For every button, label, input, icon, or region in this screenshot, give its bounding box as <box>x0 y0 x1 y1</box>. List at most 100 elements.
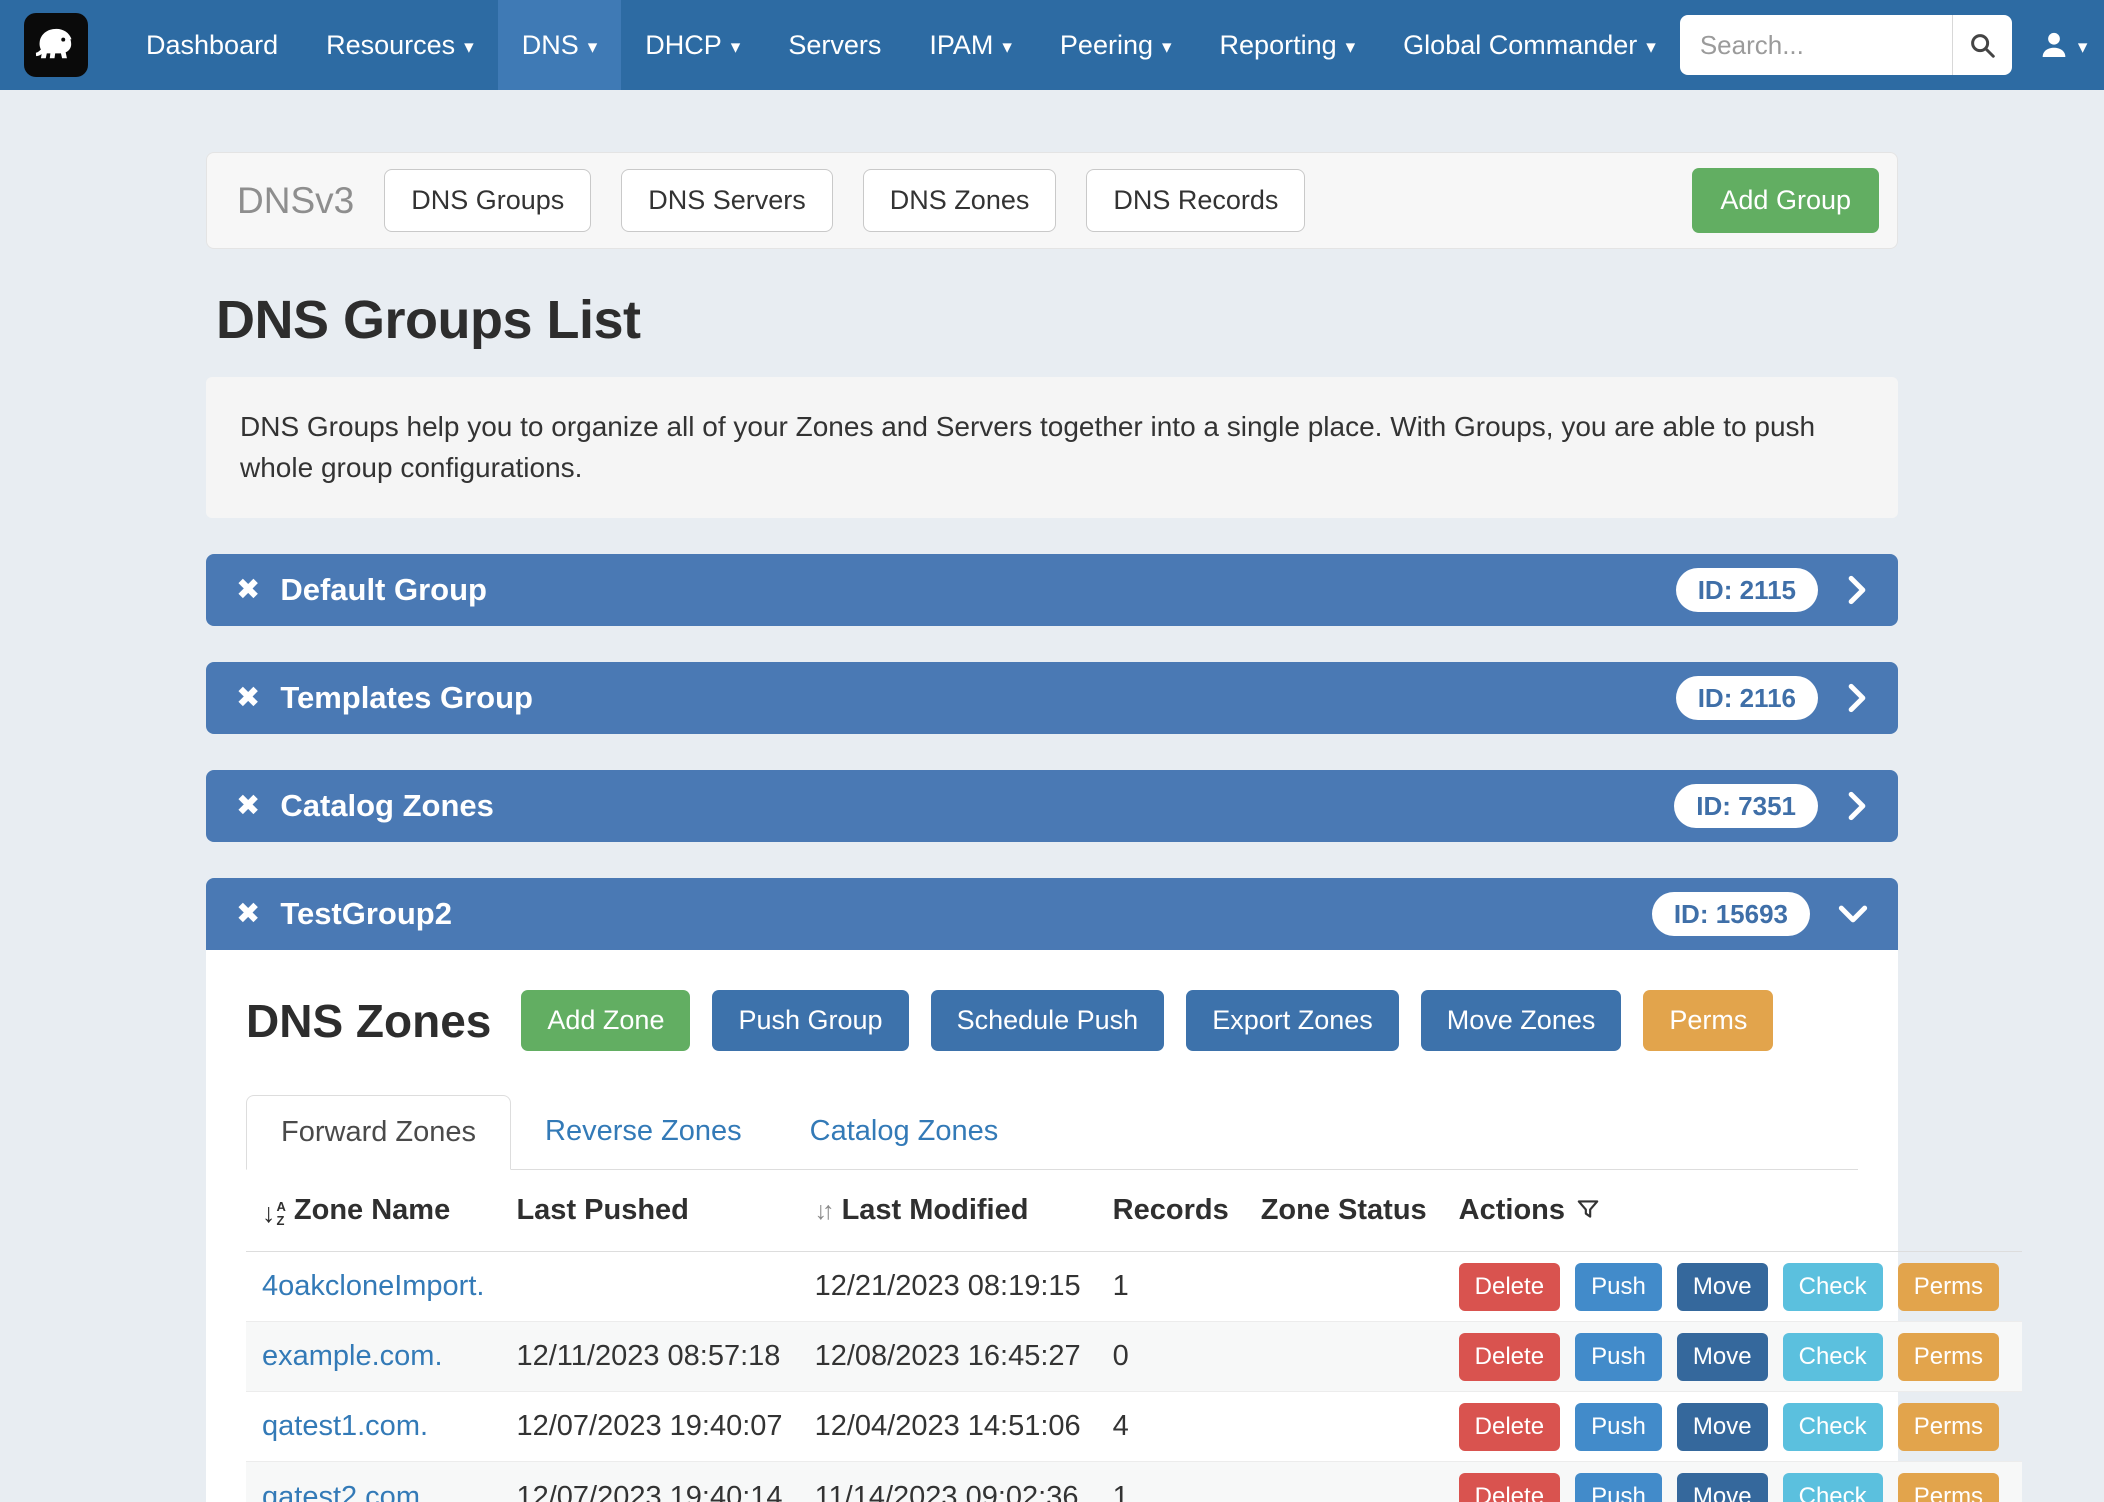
records-value: 4 <box>1097 1392 1245 1462</box>
nav-item-dhcp[interactable]: DHCP▾ <box>621 0 764 90</box>
col-zone-name[interactable]: ↓ AZ Zone Name <box>246 1170 500 1252</box>
push-button[interactable]: Push <box>1575 1473 1662 1502</box>
brand-logo[interactable] <box>24 13 88 77</box>
add-group-button[interactable]: Add Group <box>1692 168 1879 233</box>
delete-button[interactable]: Delete <box>1459 1403 1560 1451</box>
page-container: DNSv3 DNS Groups DNS Servers DNS Zones D… <box>206 152 1898 1502</box>
check-button[interactable]: Check <box>1783 1263 1883 1311</box>
group-bar-templates-group[interactable]: ✖ Templates Group ID: 2116 <box>206 662 1898 734</box>
delete-button[interactable]: Delete <box>1459 1473 1560 1502</box>
dns-servers-button[interactable]: DNS Servers <box>621 169 833 232</box>
nav-label: Resources <box>326 30 455 61</box>
caret-down-icon: ▾ <box>1162 38 1172 57</box>
sort-alpha-down-icon[interactable]: ↓ AZ <box>262 1200 286 1227</box>
col-actions: Actions <box>1443 1170 2022 1252</box>
caret-down-icon: ▾ <box>1002 38 1012 57</box>
check-button[interactable]: Check <box>1783 1403 1883 1451</box>
chevron-down-icon[interactable] <box>1838 903 1868 925</box>
group-bar-testgroup2[interactable]: ✖ TestGroup2 ID: 15693 <box>206 878 1898 950</box>
dns-zones-button[interactable]: DNS Zones <box>863 169 1057 232</box>
chevron-right-icon[interactable] <box>1846 683 1868 713</box>
delete-button[interactable]: Delete <box>1459 1263 1560 1311</box>
nav-item-dashboard[interactable]: Dashboard <box>122 0 302 90</box>
delete-button[interactable]: Delete <box>1459 1333 1560 1381</box>
nav-label: Global Commander <box>1403 30 1637 61</box>
actions-cell: Delete Push Move Check Perms <box>1443 1392 2022 1462</box>
testgroup2-panel: DNS Zones Add Zone Push Group Schedule P… <box>206 950 1898 1502</box>
search-icon <box>1967 30 1997 60</box>
group-bar-default-group[interactable]: ✖ Default Group ID: 2115 <box>206 554 1898 626</box>
schedule-push-button[interactable]: Schedule Push <box>931 990 1165 1051</box>
col-label: Zone Status <box>1261 1194 1427 1226</box>
move-button[interactable]: Move <box>1677 1403 1768 1451</box>
col-zone-status[interactable]: Zone Status <box>1245 1170 1443 1252</box>
nav-item-ipam[interactable]: IPAM▾ <box>905 0 1036 90</box>
add-zone-button[interactable]: Add Zone <box>521 990 690 1051</box>
tab-catalog-zones[interactable]: Catalog Zones <box>776 1095 1033 1169</box>
chevron-right-icon[interactable] <box>1846 791 1868 821</box>
zone-name-link[interactable]: qatest2.com. <box>262 1481 428 1502</box>
caret-down-icon: ▾ <box>731 38 741 57</box>
sort-updown-icon[interactable]: ↓↑ <box>815 1197 830 1225</box>
nav-item-servers[interactable]: Servers <box>764 0 905 90</box>
perms-button[interactable]: Perms <box>1898 1473 1999 1502</box>
move-button[interactable]: Move <box>1677 1473 1768 1502</box>
nav-item-dns[interactable]: DNS▾ <box>498 0 622 90</box>
search-button[interactable] <box>1952 15 2012 75</box>
remove-group-icon[interactable]: ✖ <box>236 792 260 821</box>
tab-reverse-zones[interactable]: Reverse Zones <box>511 1095 776 1169</box>
group-name: Default Group <box>280 572 487 608</box>
caret-down-icon: ▾ <box>1346 38 1356 57</box>
dns-groups-button[interactable]: DNS Groups <box>384 169 591 232</box>
push-button[interactable]: Push <box>1575 1333 1662 1381</box>
last-modified-value: 12/21/2023 08:19:15 <box>799 1252 1097 1322</box>
mammoth-logo-icon <box>33 22 79 68</box>
search-input[interactable] <box>1680 15 1952 75</box>
tab-forward-zones[interactable]: Forward Zones <box>246 1095 511 1170</box>
col-label: Zone Name <box>294 1194 450 1226</box>
perms-button[interactable]: Perms <box>1643 990 1773 1051</box>
zone-status-value <box>1245 1462 1443 1502</box>
nav-item-global-commander[interactable]: Global Commander▾ <box>1379 0 1680 90</box>
zone-name-link[interactable]: example.com. <box>262 1340 443 1372</box>
nav-item-peering[interactable]: Peering▾ <box>1036 0 1196 90</box>
perms-button[interactable]: Perms <box>1898 1333 1999 1381</box>
group-name: Catalog Zones <box>280 788 494 824</box>
move-button[interactable]: Move <box>1677 1333 1768 1381</box>
nav-item-resources[interactable]: Resources▾ <box>302 0 498 90</box>
remove-group-icon[interactable]: ✖ <box>236 576 260 605</box>
actions-cell: Delete Push Move Check Perms <box>1443 1322 2022 1392</box>
remove-group-icon[interactable]: ✖ <box>236 684 260 713</box>
export-zones-button[interactable]: Export Zones <box>1186 990 1399 1051</box>
push-button[interactable]: Push <box>1575 1263 1662 1311</box>
zone-name-link[interactable]: 4oakcloneImport. <box>262 1270 484 1302</box>
col-records[interactable]: Records <box>1097 1170 1245 1252</box>
group-id-badge: ID: 15693 <box>1652 892 1810 937</box>
last-modified-value: 11/14/2023 09:02:36 <box>799 1462 1097 1502</box>
remove-group-icon[interactable]: ✖ <box>236 900 260 929</box>
nav-label: Dashboard <box>146 30 278 61</box>
move-zones-button[interactable]: Move Zones <box>1421 990 1622 1051</box>
check-button[interactable]: Check <box>1783 1333 1883 1381</box>
move-button[interactable]: Move <box>1677 1263 1768 1311</box>
main-nav: Dashboard Resources▾ DNS▾ DHCP▾ Servers … <box>122 0 1680 90</box>
push-group-button[interactable]: Push Group <box>712 990 908 1051</box>
user-icon <box>2038 29 2070 61</box>
user-menu[interactable]: ▾ <box>2038 29 2088 61</box>
chevron-right-icon[interactable] <box>1846 575 1868 605</box>
col-label: Records <box>1113 1194 1229 1226</box>
col-last-modified[interactable]: ↓↑Last Modified <box>799 1170 1097 1252</box>
perms-button[interactable]: Perms <box>1898 1403 1999 1451</box>
zones-header: DNS Zones Add Zone Push Group Schedule P… <box>246 990 1858 1051</box>
nav-item-reporting[interactable]: Reporting▾ <box>1196 0 1380 90</box>
group-bar-catalog-zones[interactable]: ✖ Catalog Zones ID: 7351 <box>206 770 1898 842</box>
push-button[interactable]: Push <box>1575 1403 1662 1451</box>
col-last-pushed[interactable]: Last Pushed <box>500 1170 798 1252</box>
zone-name-link[interactable]: qatest1.com. <box>262 1410 428 1442</box>
check-button[interactable]: Check <box>1783 1473 1883 1502</box>
perms-button[interactable]: Perms <box>1898 1263 1999 1311</box>
filter-funnel-icon[interactable] <box>1575 1196 1601 1222</box>
dns-records-button[interactable]: DNS Records <box>1086 169 1305 232</box>
last-pushed-value: 12/11/2023 08:57:18 <box>500 1322 798 1392</box>
dnsv3-brand: DNSv3 <box>237 180 354 222</box>
